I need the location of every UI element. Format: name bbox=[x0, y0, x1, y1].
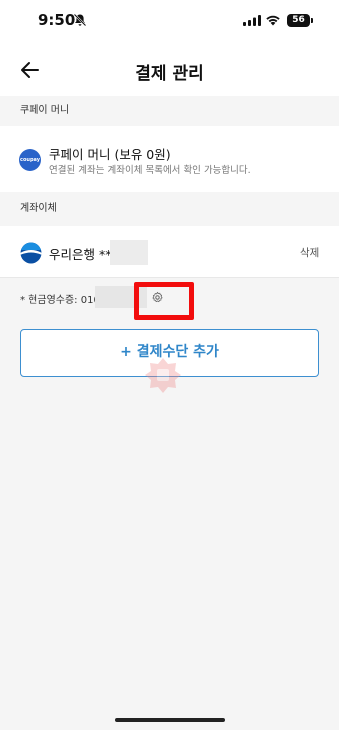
header: 결제 관리 bbox=[0, 44, 339, 96]
cash-receipt-text: * 현금영수증: 010 bbox=[20, 295, 100, 306]
home-indicator bbox=[115, 718, 225, 722]
section-label-bank-transfer: 계좌이체 bbox=[0, 192, 339, 226]
battery-icon: 56 bbox=[287, 14, 313, 27]
bell-muted-icon bbox=[73, 13, 87, 27]
delete-bank-account-button[interactable]: 삭제 bbox=[300, 245, 319, 260]
woori-bank-logo bbox=[20, 242, 42, 264]
coupay-logo: coupay bbox=[19, 149, 41, 171]
watermark-seal bbox=[145, 358, 181, 393]
account-number-redaction bbox=[110, 240, 148, 265]
cell-signal-icon bbox=[243, 15, 261, 26]
coupay-money-subtitle: 연결된 계좌는 계좌이체 목록에서 확인 가능합니다. bbox=[49, 165, 251, 176]
highlight-annotation-box bbox=[134, 282, 194, 320]
wifi-icon bbox=[266, 15, 280, 26]
status-bar: 9:50 56 bbox=[0, 0, 339, 44]
section-label-coupay-money: 쿠페이 머니 bbox=[0, 96, 339, 126]
divider bbox=[0, 277, 339, 278]
status-time: 9:50 bbox=[38, 11, 76, 29]
coupay-money-title: 쿠페이 머니 (보유 0원) bbox=[49, 147, 171, 162]
page-title: 결제 관리 bbox=[135, 64, 204, 84]
